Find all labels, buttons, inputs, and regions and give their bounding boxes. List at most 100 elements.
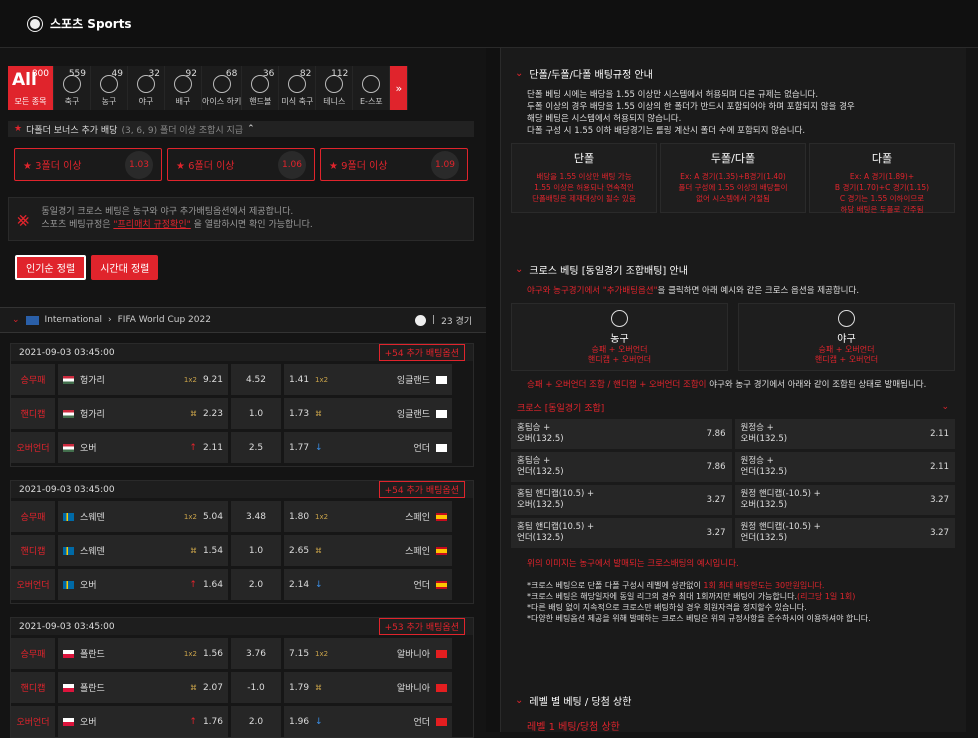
tabs-next-button[interactable]: » xyxy=(390,66,409,110)
sweden-flag-icon xyxy=(63,580,74,589)
home-team: 오버 xyxy=(80,581,97,591)
chevron-down-icon[interactable]: ⌄ xyxy=(515,695,523,706)
odds-row: 승무패 스웨덴 1x2 5.04 3.48 1.80 1x2 스페인 xyxy=(11,501,473,532)
draw-odd-button[interactable]: -1.0 xyxy=(231,672,281,703)
cross-note: *크로스 베팅은 해당일자에 동일 리그의 경우 최대 1회까지만 배팅이 가능… xyxy=(527,592,798,601)
home-odd-button[interactable]: 오버 ↑ 1.64 xyxy=(58,569,228,600)
home-odd-button[interactable]: 오버 ↑ 2.11 xyxy=(58,432,228,463)
chevron-up-icon[interactable]: ⌃ xyxy=(247,124,255,134)
cross-odd-cell[interactable]: 원정 핸디캡(-10.5) + 언더(132.5) 3.27 xyxy=(734,518,955,548)
odds-row: 오버언더 오버 ↑ 1.64 2.0 2.14 ↓ 언더 xyxy=(11,569,473,600)
home-team: 스웨덴 xyxy=(80,547,105,557)
home-odd-button[interactable]: 스웨덴 1x2 5.04 xyxy=(58,501,228,532)
home-odd-button[interactable]: 폴란드 ⌘ 2.07 xyxy=(58,672,228,703)
away-odd-button[interactable]: 1.41 1x2 잉글랜드 xyxy=(284,364,452,395)
soccer-ball-icon xyxy=(415,314,427,326)
prematch-rules-link[interactable]: "프리매치 규정확인" xyxy=(113,220,190,230)
cross-note-highlight: (리그당 1일 1회) xyxy=(797,592,856,601)
away-odd-button[interactable]: 7.15 1x2 알바니아 xyxy=(284,638,452,669)
cross-odd-cell[interactable]: 원정승 + 언더(132.5) 2.11 xyxy=(734,452,955,482)
chevron-down-icon[interactable]: ⌄ xyxy=(515,68,523,79)
cross-combo-bar[interactable]: 크로스 [동일경기 조합] ⌄ xyxy=(511,399,955,415)
rule-card-title: 두폴/다폴 xyxy=(710,152,756,165)
draw-odd-button[interactable]: 1.0 xyxy=(231,398,281,429)
cross-odd-value: 7.86 xyxy=(706,428,726,439)
cross-odd-cell[interactable]: 홈팀 핸디캡(10.5) + 언더(132.5) 3.27 xyxy=(511,518,732,548)
more-options-button[interactable]: +54 추가 배팅옵션 xyxy=(378,344,465,361)
match-date: 2021-09-03 03:45:00 xyxy=(19,347,115,358)
bet-type: 오버언더 xyxy=(11,432,55,463)
sort-time-button[interactable]: 시간대 정렬 xyxy=(91,255,159,280)
home-odd-button[interactable]: 스웨덴 ⌘ 1.54 xyxy=(58,535,228,566)
draw-odd-button[interactable]: 2.5 xyxy=(231,432,281,463)
away-odd-button[interactable]: 1.73 ⌘ 잉글랜드 xyxy=(284,398,452,429)
bonus-6-folder[interactable]: ★ 6폴더 이상 1.06 xyxy=(167,148,315,181)
home-odd-button[interactable]: 폴란드 1x2 1.56 xyxy=(58,638,228,669)
rule-card-line: 단폴배팅은 제재대상이 될수 있음 xyxy=(532,194,636,203)
cross-odd-cell[interactable]: 홈팀 핸디캡(10.5) + 오버(132.5) 3.27 xyxy=(511,485,732,515)
cross-odd-line: 언더(132.5) xyxy=(517,467,564,477)
bonus-3-folder[interactable]: ★ 3폴더 이상 1.03 xyxy=(14,148,162,181)
spain-flag-icon xyxy=(436,580,447,589)
esports-icon xyxy=(362,75,381,93)
away-odd-button[interactable]: 2.14 ↓ 언더 xyxy=(284,569,452,600)
tab-volleyball[interactable]: 92 배구 xyxy=(165,66,202,110)
tab-handball[interactable]: 36 핸드볼 xyxy=(242,66,280,110)
tab-esports[interactable]: E-스포 xyxy=(353,66,391,110)
away-odd-button[interactable]: 1.96 ↓ 언더 xyxy=(284,706,452,737)
tab-count: 559 xyxy=(68,69,86,79)
away-team: 언더 xyxy=(413,444,430,454)
draw-odd-button[interactable]: 1.0 xyxy=(231,535,281,566)
home-odd-button[interactable]: 헝가리 ⌘ 2.23 xyxy=(58,398,228,429)
limit-title: 레벨 별 베팅 / 당첨 상한 xyxy=(529,697,632,708)
tab-icehockey[interactable]: 68 아이스 하키 xyxy=(202,66,243,110)
away-odd-button[interactable]: 1.80 1x2 스페인 xyxy=(284,501,452,532)
home-team: 오버 xyxy=(80,718,97,728)
away-odd-button[interactable]: 2.65 ⌘ 스페인 xyxy=(284,535,452,566)
home-odd-button[interactable]: 헝가리 1x2 9.21 xyxy=(58,364,228,395)
bonus-9-folder[interactable]: ★ 9폴더 이상 1.09 xyxy=(320,148,468,181)
poland-flag-icon xyxy=(63,649,74,658)
tab-count: 49 xyxy=(111,69,123,79)
tab-baseball[interactable]: 32 야구 xyxy=(128,66,165,110)
draw-odd-button[interactable]: 2.0 xyxy=(231,569,281,600)
draw-odd-button[interactable]: 3.48 xyxy=(231,501,281,532)
bonus-row: ★ 3폴더 이상 1.03 ★ 6폴더 이상 1.06 ★ 9폴더 이상 1.09 xyxy=(14,148,468,181)
cross-intro: 야구와 농구경기에서 xyxy=(527,286,603,296)
tab-soccer[interactable]: 559 축구 xyxy=(54,66,91,110)
draw-odd-button[interactable]: 2.0 xyxy=(231,706,281,737)
chevron-down-icon[interactable]: ⌄ xyxy=(515,264,523,275)
home-odd: 9.21 xyxy=(202,374,223,385)
cross-odd-cell[interactable]: 홈팀승 + 언더(132.5) 7.86 xyxy=(511,452,732,482)
more-options-button[interactable]: +54 추가 배팅옵션 xyxy=(378,481,465,498)
draw-odd-button[interactable]: 4.52 xyxy=(231,364,281,395)
tab-all[interactable]: All 800 모든 종목 xyxy=(8,66,54,110)
home-odd: 2.07 xyxy=(202,682,223,693)
league-header[interactable]: ⌄ International › FIFA World Cup 2022 | 2… xyxy=(0,307,486,333)
home-odd-button[interactable]: 오버 ↑ 1.76 xyxy=(58,706,228,737)
away-team: 스페인 xyxy=(405,513,430,523)
tab-tennis[interactable]: 112 테니스 xyxy=(316,66,354,110)
sort-popular-button[interactable]: 인기순 정렬 xyxy=(15,255,87,280)
tab-label: 배구 xyxy=(175,97,191,106)
cross-combo-text: 야구와 농구 경기에서 아래와 같이 조합된 상태로 발매됩니다. xyxy=(706,380,927,390)
indicator-icon: 1x2 xyxy=(183,512,197,521)
draw-odd-button[interactable]: 3.76 xyxy=(231,638,281,669)
away-odd-button[interactable]: 1.77 ↓ 언더 xyxy=(284,432,452,463)
cross-odd-cell[interactable]: 홈팀승 + 오버(132.5) 7.86 xyxy=(511,419,732,449)
away-odd-button[interactable]: 1.79 ⌘ 알바니아 xyxy=(284,672,452,703)
cross-odd-cell[interactable]: 원정 핸디캡(-10.5) + 오버(132.5) 3.27 xyxy=(734,485,955,515)
tab-basketball[interactable]: 49 농구 xyxy=(91,66,128,110)
handicap-icon: ⌘ xyxy=(315,683,323,692)
cross-odd-line: 오버(132.5) xyxy=(517,500,564,510)
rule-card-line: 없어 시스템에서 거절됨 xyxy=(696,194,770,203)
home-odd: 2.11 xyxy=(202,442,223,453)
star-icon: ★ xyxy=(14,124,23,134)
england-flag-icon xyxy=(436,375,447,384)
cross-odd-line: 홈팀승 + xyxy=(517,456,551,466)
tab-football[interactable]: 82 미식 축구 xyxy=(279,66,317,110)
cross-odd-cell[interactable]: 원정승 + 오버(132.5) 2.11 xyxy=(734,419,955,449)
rule-card-line: Ex: A 경기(1.89)+ xyxy=(849,172,915,181)
more-options-button[interactable]: +53 추가 배팅옵션 xyxy=(378,618,465,635)
star-icon: ★ xyxy=(23,161,32,172)
